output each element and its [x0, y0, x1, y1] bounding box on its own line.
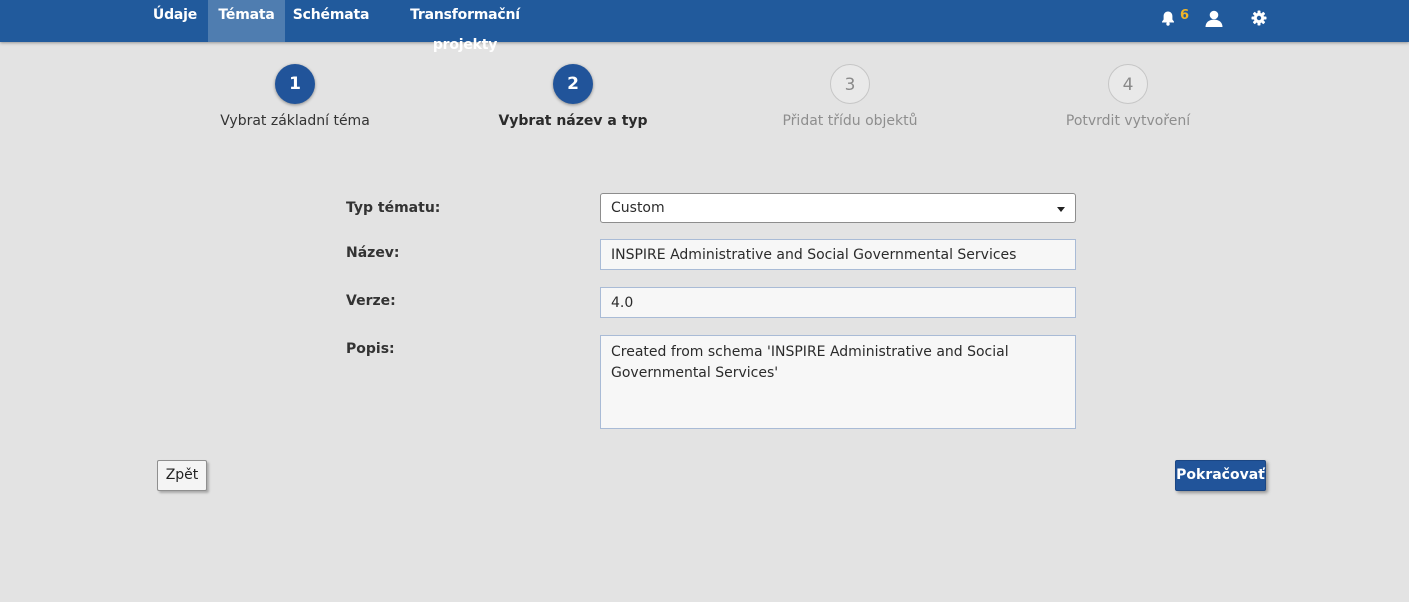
step-1-circle: 1: [275, 64, 315, 104]
bell-icon[interactable]: [1161, 10, 1175, 30]
name-input[interactable]: [600, 239, 1076, 270]
tab-temata[interactable]: Témata: [208, 0, 285, 42]
step-2-circle: 2: [553, 64, 593, 104]
step-3-label: Přidat třídu objektů: [782, 113, 918, 129]
back-button[interactable]: Zpět: [157, 460, 207, 491]
description-label: Popis:: [346, 341, 395, 357]
type-label: Typ tématu:: [346, 200, 441, 216]
step-4-label: Potvrdit vytvoření: [1065, 113, 1191, 129]
notification-count[interactable]: 6: [1180, 8, 1189, 23]
step-2-label: Vybrat název a typ: [498, 113, 648, 129]
step-3-circle: 3: [830, 64, 870, 104]
chevron-down-icon: [1057, 207, 1065, 212]
name-label: Název:: [346, 245, 400, 261]
gear-icon[interactable]: [1251, 10, 1267, 30]
continue-button[interactable]: Pokračovať: [1175, 460, 1266, 491]
tab-udaje[interactable]: Údaje: [142, 0, 208, 42]
user-icon[interactable]: [1205, 10, 1223, 31]
type-select[interactable]: Custom: [600, 193, 1076, 223]
description-textarea[interactable]: Created from schema 'INSPIRE Administrat…: [600, 335, 1076, 429]
version-label: Verze:: [346, 293, 396, 309]
top-navbar: Údaje Témata Schémata Transformační proj…: [0, 0, 1409, 53]
tab-schemata[interactable]: Schémata: [285, 0, 377, 42]
version-input[interactable]: [600, 287, 1076, 318]
type-select-value: Custom: [611, 200, 665, 216]
tab-transformacni-projekty[interactable]: Transformační projekty: [377, 0, 553, 53]
step-1-label: Vybrat základní téma: [220, 113, 370, 129]
step-4-circle: 4: [1108, 64, 1148, 104]
